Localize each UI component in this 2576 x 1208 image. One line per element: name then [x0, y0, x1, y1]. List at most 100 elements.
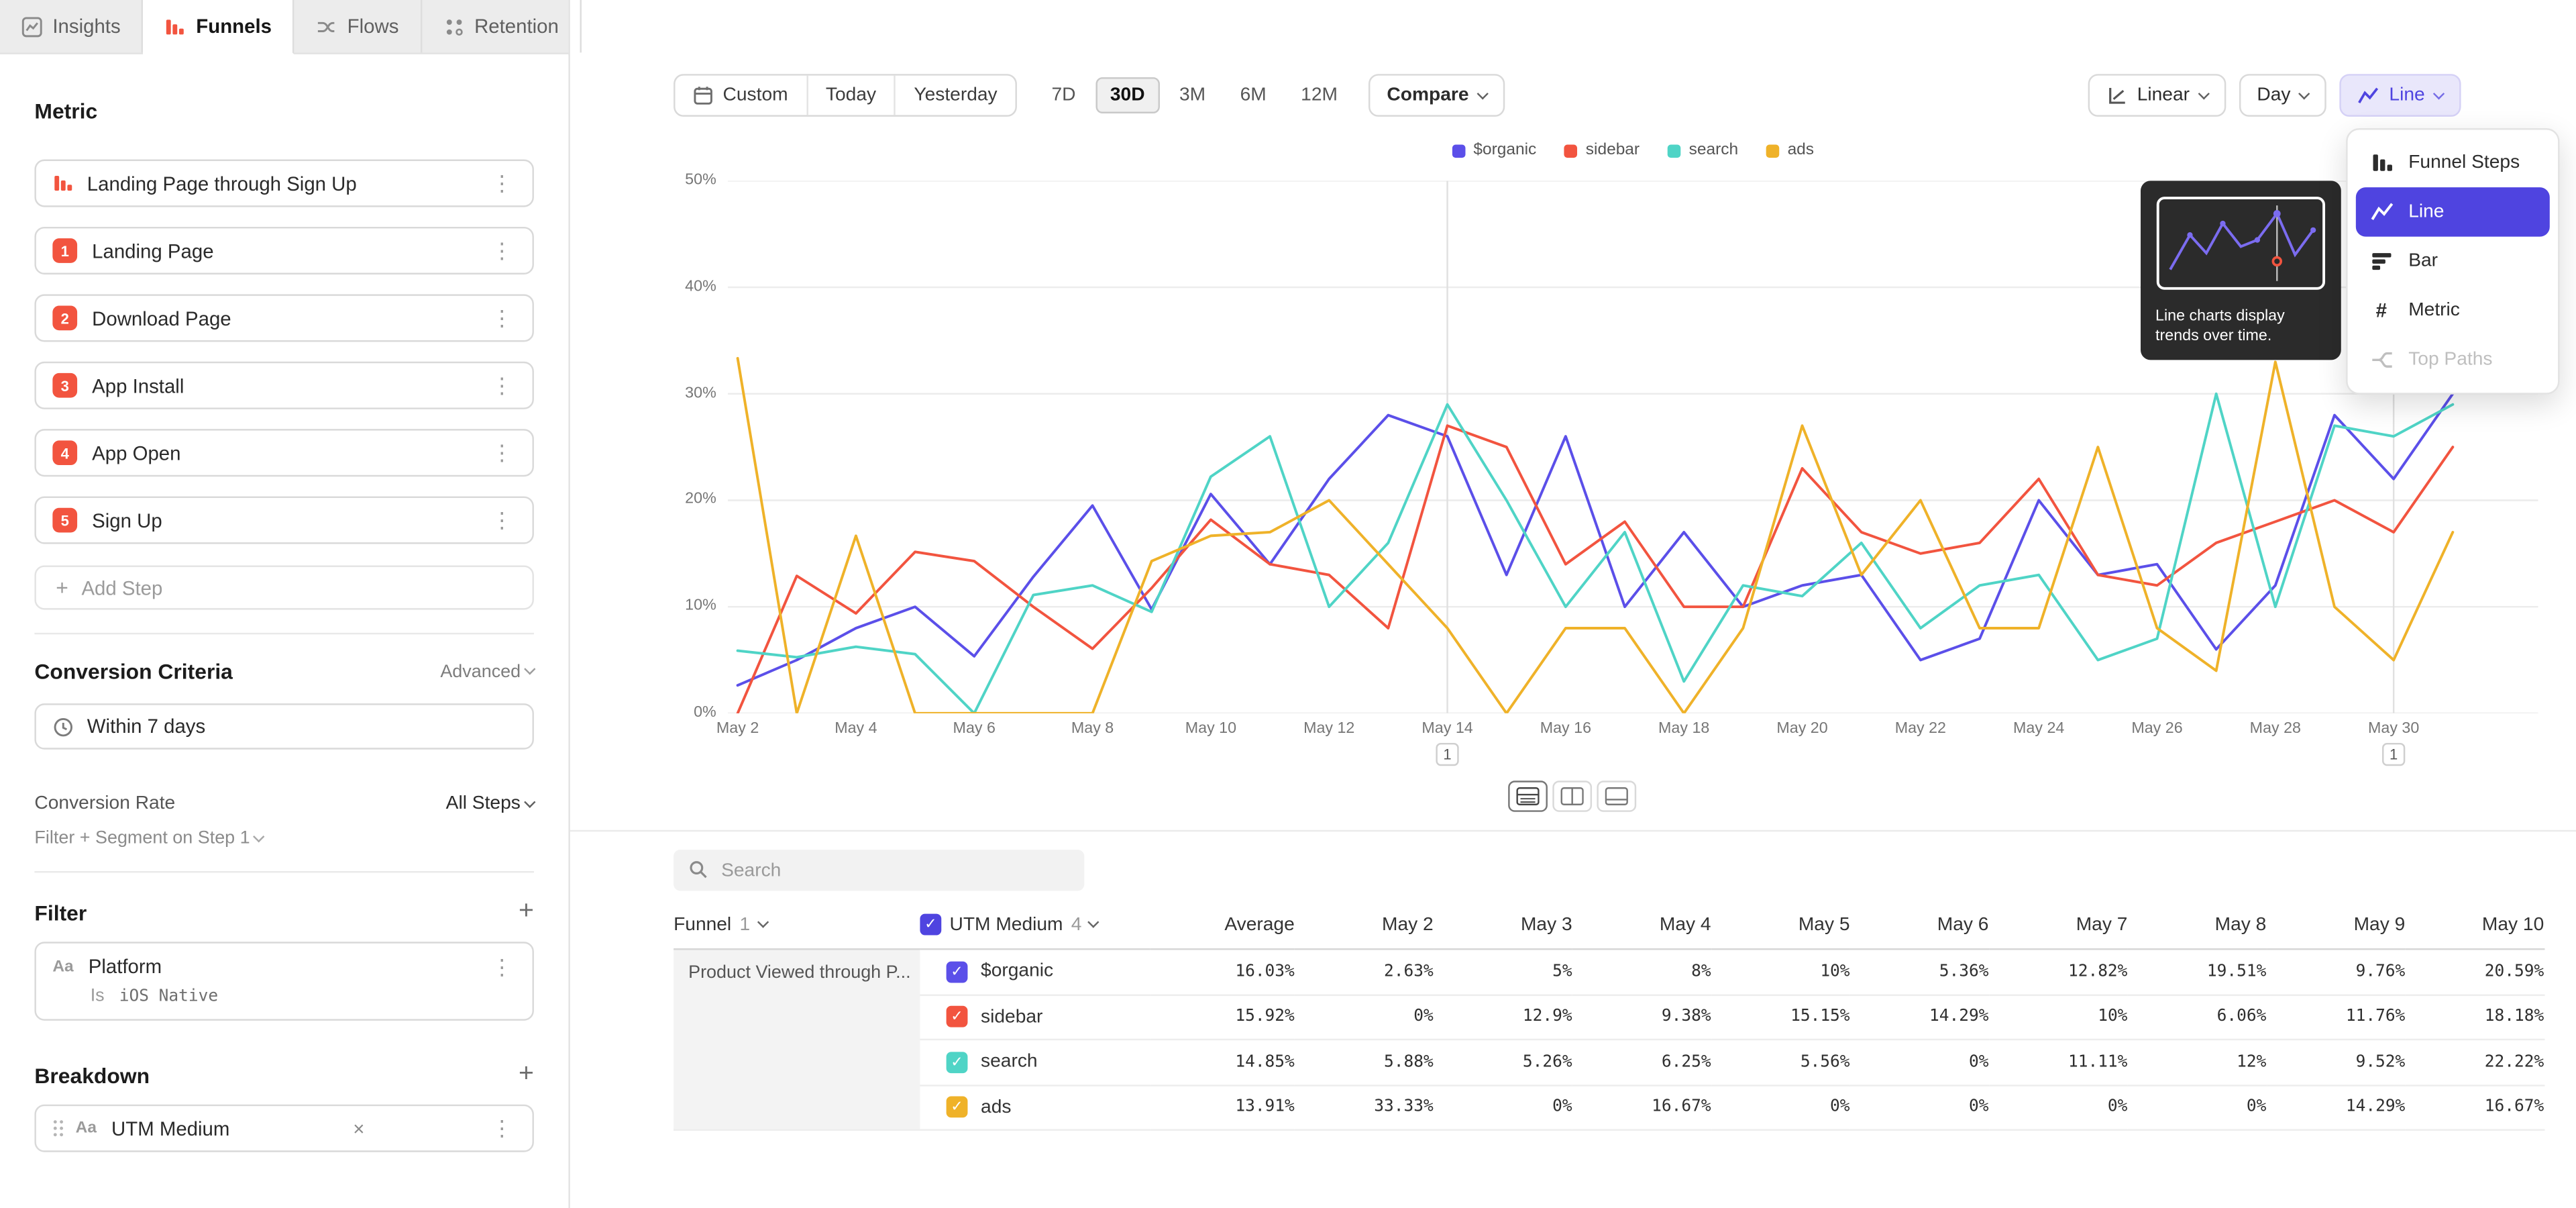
filter-segment-dropdown[interactable]: Filter + Segment on Step 1: [34, 828, 533, 848]
legend-item-ads[interactable]: ads: [1766, 142, 1814, 160]
menu-item-label: Top Paths: [2408, 350, 2492, 370]
series-row-ads[interactable]: ✓ads: [920, 1086, 1150, 1131]
preset-button-custom[interactable]: Custom: [676, 76, 806, 115]
interval-dropdown-button[interactable]: Day: [2239, 74, 2326, 117]
funnel-metric-card[interactable]: Landing Page through Sign Up ⋮: [34, 160, 533, 207]
column-header-may-2[interactable]: May 2: [1295, 901, 1434, 950]
annotation-badge[interactable]: 1: [1436, 743, 1458, 766]
checkbox-checked-icon[interactable]: ✓: [947, 1052, 968, 1073]
range-button-30d[interactable]: 30D: [1095, 77, 1160, 113]
series-row-search[interactable]: ✓search: [920, 1040, 1150, 1085]
filter-value[interactable]: iOS Native: [119, 987, 218, 1005]
menu-item-bar[interactable]: Bar: [2356, 237, 2550, 286]
search-input[interactable]: [674, 850, 1084, 891]
drag-handle-icon[interactable]: [52, 1119, 64, 1138]
breakdown-column-header[interactable]: ✓ UTM Medium 4: [920, 901, 1150, 950]
chart-type-dropdown-button[interactable]: Line: [2340, 74, 2461, 117]
kebab-menu-icon[interactable]: ⋮: [488, 307, 516, 329]
kebab-menu-icon[interactable]: ⋮: [488, 240, 516, 262]
column-header-may-9[interactable]: May 9: [2266, 901, 2405, 950]
layout-chart-only-button[interactable]: [1597, 781, 1636, 812]
funnel-step-1[interactable]: 1 Landing Page ⋮: [34, 227, 533, 274]
column-header-average[interactable]: Average: [1150, 901, 1295, 950]
filter-item-card[interactable]: Aa Platform ⋮ Is iOS Native: [34, 942, 533, 1021]
tab-funnels[interactable]: Funnels: [144, 0, 294, 54]
advanced-dropdown[interactable]: Advanced: [440, 662, 534, 681]
column-header-may-3[interactable]: May 3: [1434, 901, 1572, 950]
series-line-search[interactable]: [738, 394, 2453, 713]
scale-dropdown-button[interactable]: Linear: [2088, 74, 2226, 117]
checkbox-checked-icon[interactable]: ✓: [947, 1097, 968, 1118]
preset-button-today[interactable]: Today: [806, 76, 894, 115]
funnel-step-4[interactable]: 4 App Open ⋮: [34, 429, 533, 476]
column-header-may-10[interactable]: May 10: [2405, 901, 2544, 950]
value-cell: 0%: [1295, 995, 1434, 1040]
column-header-may-5[interactable]: May 5: [1711, 901, 1850, 950]
tab-flows[interactable]: Flows: [294, 0, 421, 52]
calendar-icon: [693, 85, 712, 105]
value-cell: 15.15%: [1711, 995, 1850, 1040]
kebab-menu-icon[interactable]: ⋮: [488, 442, 516, 464]
value-cell: 10%: [1711, 950, 1850, 995]
funnel-step-5[interactable]: 5 Sign Up ⋮: [34, 497, 533, 544]
funnel-group-label: Product Viewed through P...: [688, 963, 910, 983]
value-cell: 14.29%: [1850, 995, 1989, 1040]
insights-icon: [21, 15, 43, 37]
series-line-ads[interactable]: [738, 358, 2453, 713]
kebab-menu-icon[interactable]: ⋮: [488, 1117, 516, 1139]
layout-split-horizontal-button[interactable]: [1508, 781, 1548, 812]
column-header-may-7[interactable]: May 7: [1988, 901, 2127, 950]
value-cell: 18.18%: [2405, 995, 2544, 1040]
range-button-12m[interactable]: 12M: [1286, 77, 1352, 113]
series-row-sidebar[interactable]: ✓sidebar: [920, 995, 1150, 1040]
range-button-7d[interactable]: 7D: [1036, 77, 1090, 113]
kebab-menu-icon[interactable]: ⋮: [488, 509, 516, 531]
value-cell: 6.06%: [2127, 995, 2266, 1040]
menu-item-line[interactable]: Line: [2356, 187, 2550, 236]
add-filter-button[interactable]: +: [519, 899, 534, 925]
checkbox-checked-icon[interactable]: ✓: [920, 914, 941, 936]
breakdown-heading: Breakdown: [34, 1062, 150, 1087]
value-cell: 15.92%: [1150, 995, 1295, 1040]
kebab-menu-icon[interactable]: ⋮: [488, 172, 516, 194]
all-steps-dropdown[interactable]: All Steps: [446, 794, 534, 813]
breakdown-item-card[interactable]: Aa UTM Medium × ⋮: [34, 1105, 533, 1152]
preset-button-yesterday[interactable]: Yesterday: [894, 76, 1016, 115]
filter-operator[interactable]: Is: [91, 986, 105, 1005]
series-line-organic[interactable]: [738, 394, 2453, 685]
annotation-badge[interactable]: 1: [2382, 743, 2405, 766]
layout-split-vertical-button[interactable]: [1552, 781, 1592, 812]
add-breakdown-button[interactable]: +: [519, 1062, 534, 1088]
value-cell: 20.59%: [2405, 950, 2544, 995]
funnel-column-header[interactable]: Funnel 1: [674, 901, 920, 950]
tab-insights[interactable]: Insights: [0, 0, 144, 52]
menu-item-funnel-steps[interactable]: Funnel Steps: [2356, 138, 2550, 187]
series-row-organic[interactable]: ✓$organic: [920, 950, 1150, 995]
kebab-menu-icon[interactable]: ⋮: [488, 374, 516, 396]
legend-item-organic[interactable]: $organic: [1452, 142, 1537, 160]
funnel-group-cell[interactable]: Product Viewed through P...: [674, 950, 920, 1131]
conversion-window-card[interactable]: Within 7 days: [34, 703, 533, 750]
compare-button[interactable]: Compare: [1368, 74, 1505, 117]
legend-item-sidebar[interactable]: sidebar: [1564, 142, 1640, 160]
chart-controls-toolbar: Linear Day Line: [2088, 74, 2461, 117]
add-step-button[interactable]: + Add Step: [34, 565, 533, 609]
range-button-6m[interactable]: 6M: [1226, 77, 1281, 113]
column-header-may-8[interactable]: May 8: [2127, 901, 2266, 950]
retention-icon: [443, 15, 465, 37]
range-button-3m[interactable]: 3M: [1165, 77, 1220, 113]
column-header-may-6[interactable]: May 6: [1850, 901, 1989, 950]
kebab-menu-icon[interactable]: ⋮: [488, 956, 516, 977]
legend-item-search[interactable]: search: [1668, 142, 1738, 160]
checkbox-checked-icon[interactable]: ✓: [947, 961, 968, 983]
tab-retention[interactable]: Retention: [422, 0, 582, 52]
remove-breakdown-icon[interactable]: ×: [346, 1117, 371, 1140]
menu-item-metric[interactable]: #Metric: [2356, 286, 2550, 335]
checkbox-checked-icon[interactable]: ✓: [947, 1006, 968, 1027]
value-cell: 0%: [1850, 1086, 1989, 1131]
metric-heading: Metric: [34, 99, 533, 123]
funnel-step-2[interactable]: 2 Download Page ⋮: [34, 294, 533, 342]
value-cell: 16.03%: [1150, 950, 1295, 995]
funnel-step-3[interactable]: 3 App Install ⋮: [34, 362, 533, 409]
column-header-may-4[interactable]: May 4: [1572, 901, 1711, 950]
